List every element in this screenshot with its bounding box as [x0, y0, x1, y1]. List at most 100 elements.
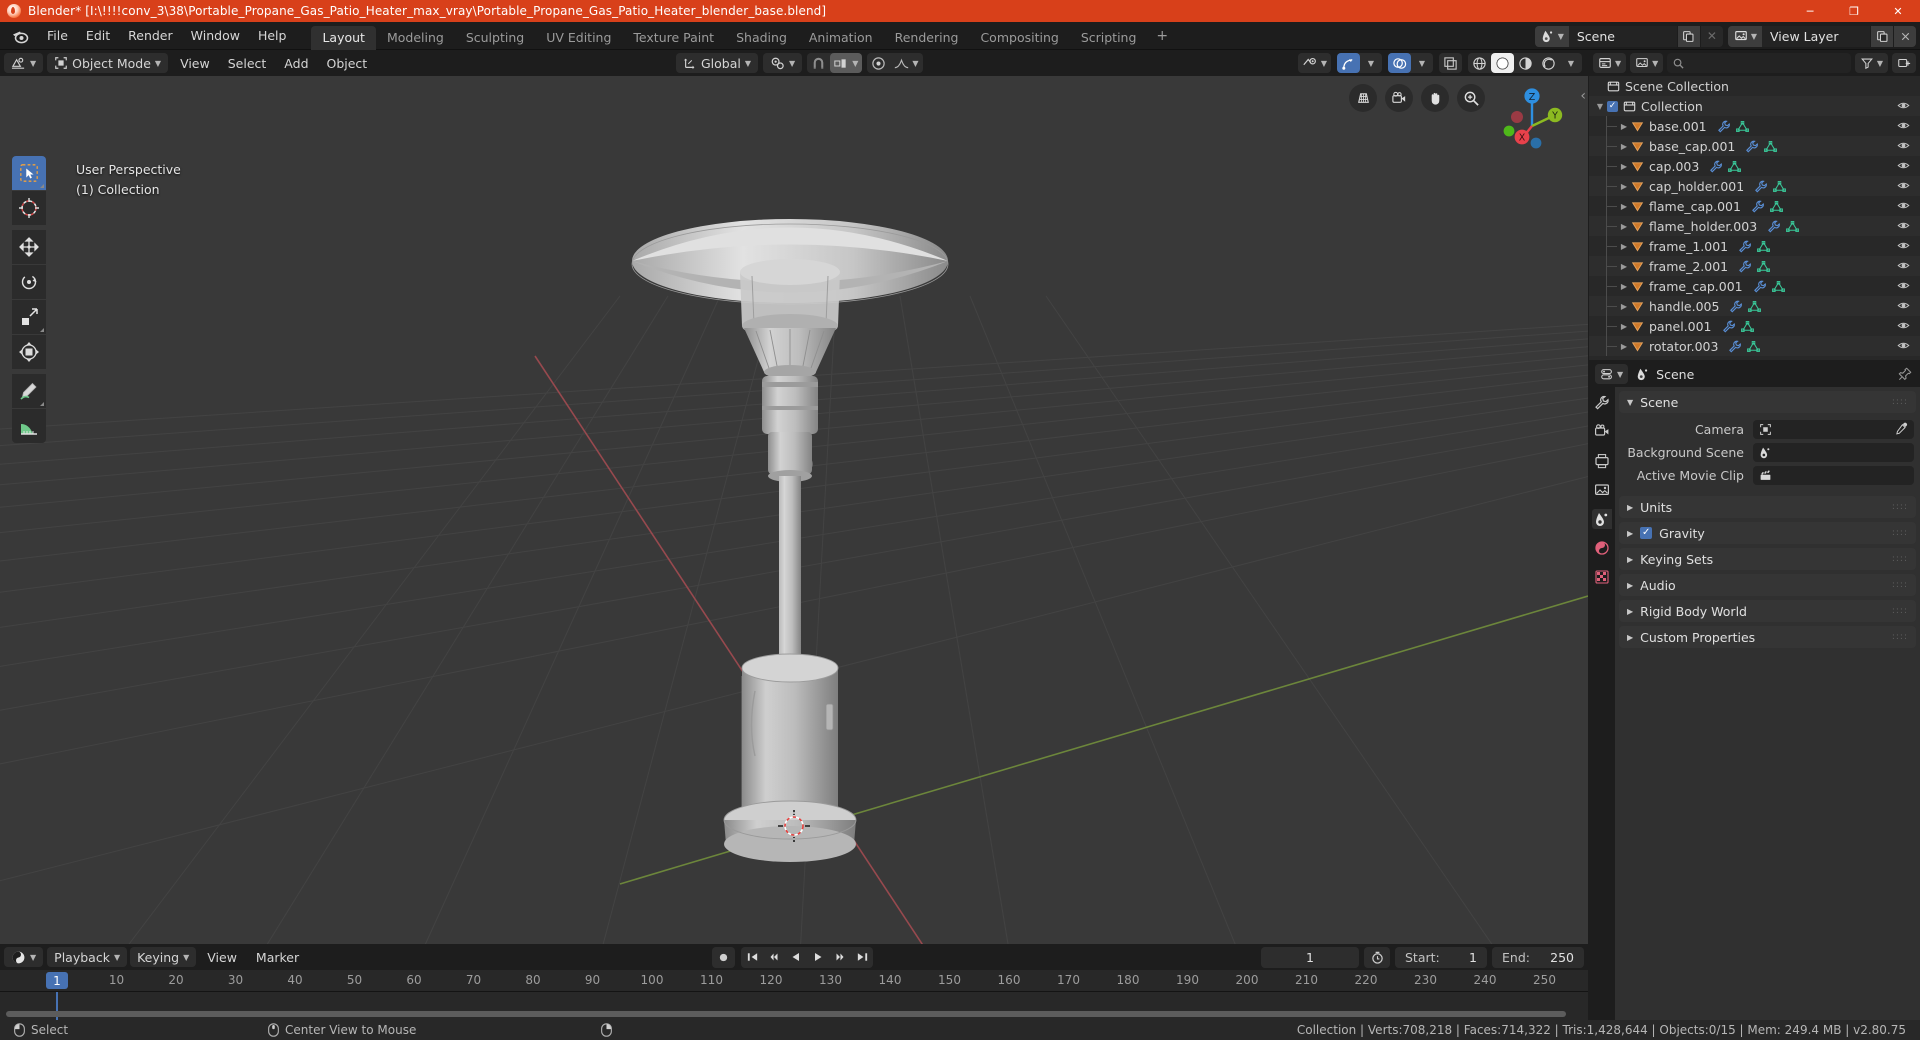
modifier-icon[interactable]	[1738, 240, 1751, 253]
viewport-sidebar-toggle[interactable]: ‹	[1580, 88, 1586, 104]
eye-icon[interactable]	[1897, 319, 1910, 332]
property-panel-rigid-body-world[interactable]: ▶ Rigid Body World::::	[1619, 600, 1916, 622]
tweak-select-box-tool[interactable]	[12, 156, 46, 190]
viewport-menu-select[interactable]: Select	[220, 54, 275, 73]
outliner-row-object[interactable]: ▶ flame_cap.001	[1589, 196, 1920, 216]
property-value-field[interactable]	[1753, 420, 1914, 439]
disclosure-triangle[interactable]: ▶	[1617, 222, 1631, 231]
snap-target-selector[interactable]: ▼	[830, 53, 863, 73]
modifier-icon[interactable]	[1717, 120, 1730, 133]
workspace-tab-animation[interactable]: Animation	[798, 26, 884, 50]
eye-icon[interactable]	[1897, 179, 1910, 192]
modifier-icon[interactable]	[1754, 180, 1768, 193]
outliner-row-object[interactable]: ▶ base.001	[1589, 116, 1920, 136]
mesh-data-icon[interactable]	[1748, 300, 1762, 313]
workspace-tab-texture-paint[interactable]: Texture Paint	[622, 26, 725, 50]
view-layer-name[interactable]: View Layer	[1762, 25, 1870, 47]
eye-icon[interactable]	[1897, 259, 1910, 272]
workspace-tab-modeling[interactable]: Modeling	[376, 26, 455, 50]
outliner-display-mode-button[interactable]: ▼	[1630, 53, 1664, 73]
move-tool[interactable]	[12, 230, 46, 264]
shading-rendered-button[interactable]	[1537, 53, 1560, 73]
xray-toggle[interactable]	[1439, 53, 1462, 73]
jump-to-start-button[interactable]	[741, 947, 763, 968]
disclosure-triangle[interactable]: ▶	[1617, 122, 1631, 131]
toggle-camera-perspective-icon[interactable]	[1349, 84, 1377, 112]
gizmos-toggle[interactable]	[1337, 53, 1360, 73]
disclosure-triangle[interactable]: ▶	[1617, 282, 1631, 291]
timeline-ruler[interactable]: 10 20 30 40 50 60 70 80 90 100 110 120 130 140 150 160 1…	[0, 970, 1588, 992]
mesh-data-icon[interactable]	[1747, 340, 1761, 353]
measure-tool[interactable]	[12, 409, 46, 443]
property-panel-custom-properties[interactable]: ▶ Custom Properties::::	[1619, 626, 1916, 648]
minimize-button[interactable]: ─	[1788, 0, 1832, 22]
panel-checkbox[interactable]: ✓	[1640, 527, 1653, 539]
auto-keying-toggle[interactable]	[712, 946, 735, 968]
modifier-icon[interactable]	[1738, 260, 1751, 273]
close-button[interactable]: ✕	[1876, 0, 1920, 22]
mesh-data-icon[interactable]	[1771, 280, 1785, 293]
workspace-tab-layout[interactable]: Layout	[311, 25, 376, 50]
modifier-icon[interactable]	[1745, 140, 1759, 153]
outliner-filter-button[interactable]: ▼	[1854, 53, 1888, 73]
shading-wireframe-button[interactable]	[1468, 53, 1491, 73]
eye-icon[interactable]	[1897, 139, 1910, 152]
menu-help[interactable]: Help	[249, 25, 296, 46]
view-layer-tab[interactable]	[1592, 480, 1612, 500]
scene-name[interactable]: Scene	[1568, 25, 1677, 47]
play-button[interactable]	[807, 947, 829, 968]
current-frame-field[interactable]: 1	[1261, 947, 1359, 968]
texture-tab[interactable]	[1592, 567, 1612, 587]
timeline-horizontal-scrollbar[interactable]	[6, 1011, 1566, 1017]
transform-tool[interactable]	[12, 335, 46, 369]
jump-to-next-keyframe-button[interactable]	[829, 947, 851, 968]
cursor-tool[interactable]	[12, 191, 46, 225]
outliner-editor-type-button[interactable]: ▼	[1593, 53, 1627, 73]
viewport-canvas[interactable]: User Perspective (1) Collection Z Y X ‹	[0, 76, 1588, 944]
disclosure-triangle[interactable]: ▶	[1617, 342, 1631, 351]
property-panel-keying-sets[interactable]: ▶ Keying Sets::::	[1619, 548, 1916, 570]
outliner-row-object[interactable]: ▶ cap.003	[1589, 156, 1920, 176]
disclosure-triangle[interactable]: ▶	[1617, 202, 1631, 211]
outliner-row-object[interactable]: ▶ cap_holder.001	[1589, 176, 1920, 196]
mesh-data-icon[interactable]	[1728, 160, 1742, 173]
tool-tab[interactable]	[1592, 393, 1612, 413]
scale-tool[interactable]	[12, 300, 46, 334]
property-value-field[interactable]	[1753, 466, 1914, 485]
mesh-data-icon[interactable]	[1740, 320, 1754, 333]
jump-to-end-button[interactable]	[851, 947, 873, 968]
world-tab[interactable]	[1592, 538, 1612, 558]
mesh-data-icon[interactable]	[1764, 140, 1778, 153]
modifier-icon[interactable]	[1753, 280, 1766, 293]
property-panel-audio[interactable]: ▶ Audio::::	[1619, 574, 1916, 596]
mesh-data-icon[interactable]	[1770, 200, 1783, 213]
workspace-tab-scripting[interactable]: Scripting	[1070, 26, 1148, 50]
mesh-data-icon[interactable]	[1786, 220, 1800, 233]
render-tab[interactable]	[1592, 422, 1612, 442]
shading-solid-button[interactable]	[1491, 53, 1514, 73]
viewport-axis-gizmo[interactable]: Z Y X	[1492, 86, 1570, 164]
play-reverse-button[interactable]	[785, 947, 807, 968]
outliner-search-field[interactable]	[1667, 53, 1851, 73]
outliner-row-object[interactable]: ▶ rotator.003	[1589, 336, 1920, 356]
viewport-menu-view[interactable]: View	[172, 54, 218, 73]
workspace-tab-uv-editing[interactable]: UV Editing	[535, 26, 622, 50]
workspace-tab-shading[interactable]: Shading	[725, 26, 798, 50]
property-panel-units[interactable]: ▶ Units::::	[1619, 496, 1916, 518]
outliner-row-collection[interactable]: ▼ ✓ Collection	[1589, 96, 1920, 116]
modifier-icon[interactable]	[1722, 320, 1735, 333]
jump-to-prev-keyframe-button[interactable]	[763, 947, 785, 968]
eye-icon[interactable]	[1897, 99, 1910, 112]
modifier-icon[interactable]	[1767, 220, 1781, 233]
eye-icon[interactable]	[1897, 299, 1910, 312]
overlay-options-button[interactable]: ▼	[1411, 53, 1433, 73]
disclosure-triangle[interactable]: ▶	[1617, 302, 1631, 311]
eye-icon[interactable]	[1897, 239, 1910, 252]
snap-magnet-toggle[interactable]	[807, 53, 830, 73]
timeline-menu-playback[interactable]: Playback ▼	[47, 947, 128, 967]
outliner-row-scene-collection[interactable]: Scene Collection	[1589, 76, 1920, 96]
rotate-tool[interactable]	[12, 265, 46, 299]
property-panel-gravity[interactable]: ▶ ✓ Gravity::::	[1619, 522, 1916, 544]
outliner-row-object[interactable]: ▶ flame_holder.003	[1589, 216, 1920, 236]
interaction-mode-selector[interactable]: Object Mode ▼	[47, 53, 169, 73]
